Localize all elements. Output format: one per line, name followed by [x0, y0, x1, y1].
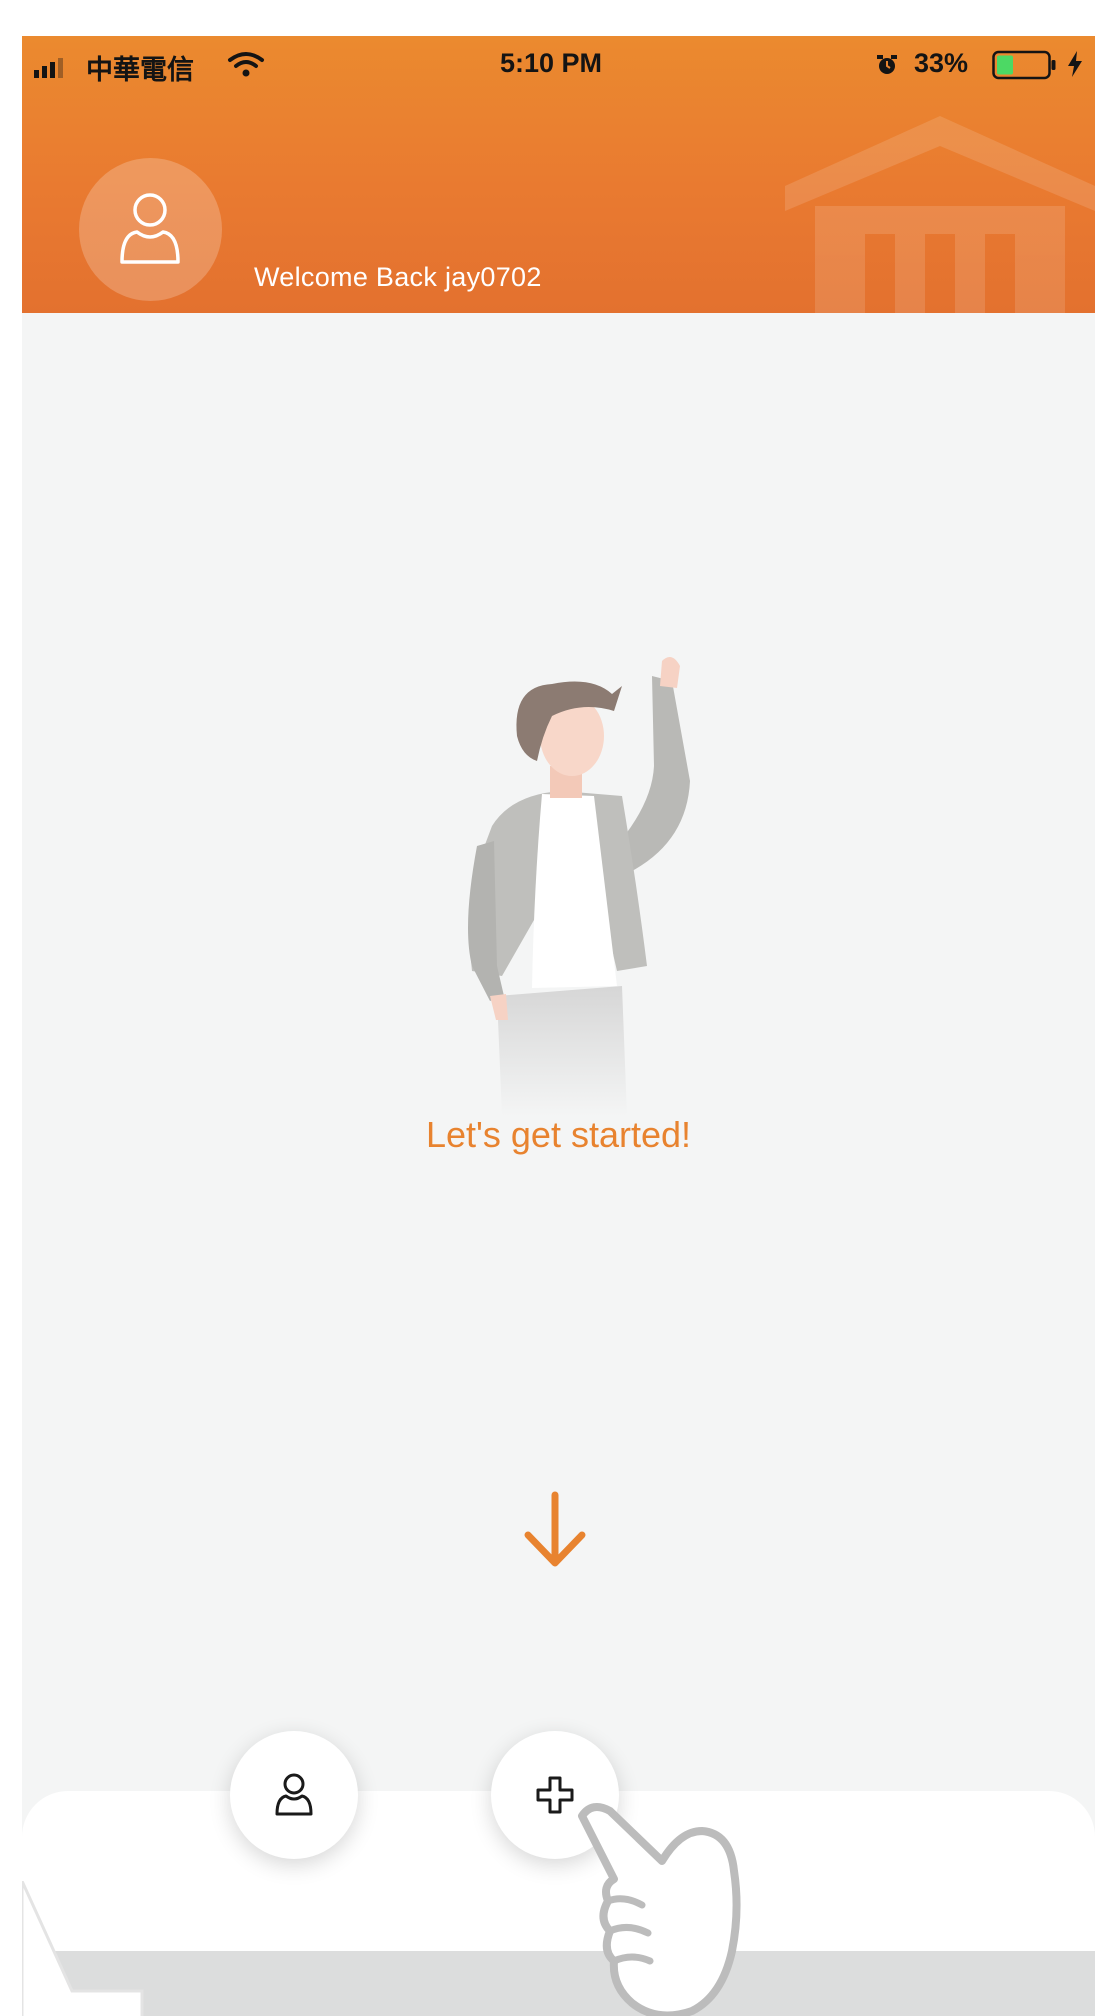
welcome-message: Welcome Back jay0702: [254, 262, 542, 292]
battery-percent: 33%: [914, 48, 969, 78]
wifi-icon: [228, 52, 264, 77]
profile-button[interactable]: [230, 1731, 358, 1859]
corner-decoration: [22, 1881, 144, 2016]
building-logo-icon: [785, 116, 1095, 313]
user-icon: [275, 1773, 313, 1816]
arrow-down-icon: [524, 1491, 586, 1567]
status-bar: 中華電信 5:10 PM 33%: [22, 36, 1095, 92]
header: 中華電信 5:10 PM 33% Welcome Back jay0702: [22, 36, 1095, 313]
user-icon: [120, 193, 180, 264]
signal-icon: [34, 58, 63, 78]
get-started-message: Let's get started!: [425, 1114, 692, 1155]
battery-icon: [992, 50, 1056, 80]
status-time: 5:10 PM: [500, 48, 603, 78]
carrier-label: 中華電信: [86, 55, 194, 85]
avatar[interactable]: [79, 158, 222, 301]
charging-icon: [1068, 51, 1082, 77]
pointing-hand-icon: [578, 1803, 741, 2016]
waving-person-illustration: [468, 657, 690, 1116]
alarm-icon: [877, 55, 897, 74]
app-screen: 中華電信 5:10 PM 33% Welcome Back jay0702 Le…: [22, 36, 1095, 2016]
